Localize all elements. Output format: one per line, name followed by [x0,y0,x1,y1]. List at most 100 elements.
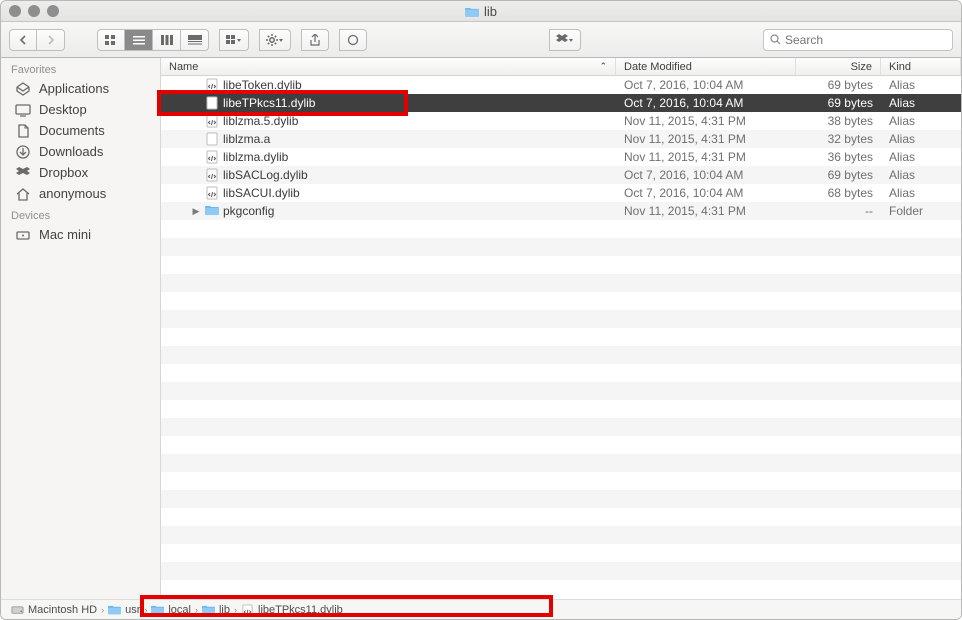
chevron-right-icon: › [234,605,237,615]
file-date: Nov 11, 2015, 4:31 PM [616,132,796,146]
path-segment[interactable]: lib [202,604,230,616]
file-kind: Alias [881,96,961,110]
column-view-button[interactable] [153,29,181,51]
file-name: pkgconfig [223,204,274,218]
back-button[interactable] [9,29,37,51]
sidebar-item-dropbox[interactable]: Dropbox [1,162,160,183]
traffic-lights [9,5,59,17]
sidebar-item-desktop[interactable]: Desktop [1,99,160,120]
path-segment[interactable]: usr [108,604,140,616]
arrange-button[interactable] [219,29,249,51]
path-label: usr [125,604,140,616]
chevron-right-icon: › [195,605,198,615]
sidebar-item-mac-mini[interactable]: Mac mini [1,224,160,245]
file-date: Oct 7, 2016, 10:04 AM [616,96,796,110]
file-row[interactable]: liblzma.dylibNov 11, 2015, 4:31 PM36 byt… [161,148,961,166]
downloads-icon [15,145,31,159]
file-row[interactable]: libSACLog.dylibOct 7, 2016, 10:04 AM69 b… [161,166,961,184]
sidebar-item-anonymous[interactable]: anonymous [1,183,160,204]
empty-row [161,526,961,544]
disclosure-triangle[interactable]: ▶ [191,206,201,217]
path-label: Macintosh HD [28,604,97,616]
icon-view-button[interactable] [97,29,125,51]
sidebar-item-label: Downloads [39,144,103,159]
empty-row [161,292,961,310]
sidebar-item-documents[interactable]: Documents [1,120,160,141]
forward-button[interactable] [37,29,65,51]
sidebar-item-label: Applications [39,81,109,96]
share-button[interactable] [301,29,329,51]
file-row[interactable]: ▶pkgconfigNov 11, 2015, 4:31 PM--Folder [161,202,961,220]
sidebar: FavoritesApplicationsDesktopDocumentsDow… [1,58,161,599]
documents-icon [15,124,31,138]
empty-row [161,382,961,400]
file-kind: Alias [881,150,961,164]
file-size: -- [796,204,881,218]
computer-icon [15,228,31,242]
view-mode-buttons [97,29,209,51]
folder-icon [202,604,215,615]
name-column-header[interactable]: Name⌃ [161,58,616,75]
empty-row [161,364,961,382]
file-row[interactable]: libSACUI.dylib Oct 7, 2016, 10:04 AM68 by… [161,184,961,202]
dropbox-button[interactable] [549,29,581,51]
sidebar-section-header: Devices [1,204,160,224]
exec-icon [241,604,254,615]
file-row[interactable]: libeToken.dylibOct 7, 2016, 10:04 AM69 b… [161,76,961,94]
folder-icon [465,6,479,17]
action-button[interactable] [259,29,291,51]
file-row[interactable]: libeTPkcs11.dylibOct 7, 2016, 10:04 AM69… [161,94,961,112]
kind-column-header[interactable]: Kind [881,58,961,75]
file-kind: Alias [881,114,961,128]
file-row[interactable]: liblzma.a Nov 11, 2015, 4:31 PM32 bytesAl… [161,130,961,148]
empty-row [161,256,961,274]
file-row[interactable]: liblzma.5.dylibNov 11, 2015, 4:31 PM38 b… [161,112,961,130]
file-kind: Alias [881,132,961,146]
exec-icon [205,96,219,110]
file-size: 68 bytes [796,186,881,200]
search-input[interactable] [785,33,946,47]
chevron-right-icon: › [101,605,104,615]
empty-row [161,238,961,256]
zoom-button[interactable] [47,5,59,17]
file-rows: libeToken.dylibOct 7, 2016, 10:04 AM69 b… [161,76,961,599]
file-size: 69 bytes [796,96,881,110]
file-size: 69 bytes [796,78,881,92]
list-view-button[interactable] [125,29,153,51]
search-icon [770,34,781,45]
column-headers: Name⌃ Date Modified Size Kind [161,58,961,76]
search-field[interactable] [763,29,953,51]
folder-icon [151,604,164,615]
date-column-header[interactable]: Date Modified [616,58,796,75]
empty-row [161,436,961,454]
empty-row [161,220,961,238]
size-column-header[interactable]: Size [796,58,881,75]
tags-button[interactable] [339,29,367,51]
file-date: Oct 7, 2016, 10:04 AM [616,186,796,200]
path-label: lib [219,604,230,616]
exec-icon [205,78,219,92]
path-segment[interactable]: libeTPkcs11.dylib [241,604,343,616]
file-name: libSACUI.dylib [223,186,300,200]
disk-icon [11,604,24,615]
file-date: Oct 7, 2016, 10:04 AM [616,78,796,92]
dropbox-icon [15,166,31,180]
exec-icon [205,168,219,182]
coverflow-view-button[interactable] [181,29,209,51]
close-button[interactable] [9,5,21,17]
file-date: Oct 7, 2016, 10:04 AM [616,168,796,182]
empty-row [161,490,961,508]
sidebar-item-applications[interactable]: Applications [1,78,160,99]
file-name: liblzma.dylib [223,150,288,164]
nav-buttons [9,29,65,51]
path-segment[interactable]: Macintosh HD [11,604,97,616]
toolbar [1,22,961,58]
folder-icon [205,204,219,218]
file-kind: Folder [881,204,961,218]
sidebar-item-downloads[interactable]: Downloads [1,141,160,162]
file-name: liblzma.a [223,132,270,146]
file-size: 32 bytes [796,132,881,146]
minimize-button[interactable] [28,5,40,17]
path-segment[interactable]: local [151,604,191,616]
finder-window: lib [0,0,962,620]
